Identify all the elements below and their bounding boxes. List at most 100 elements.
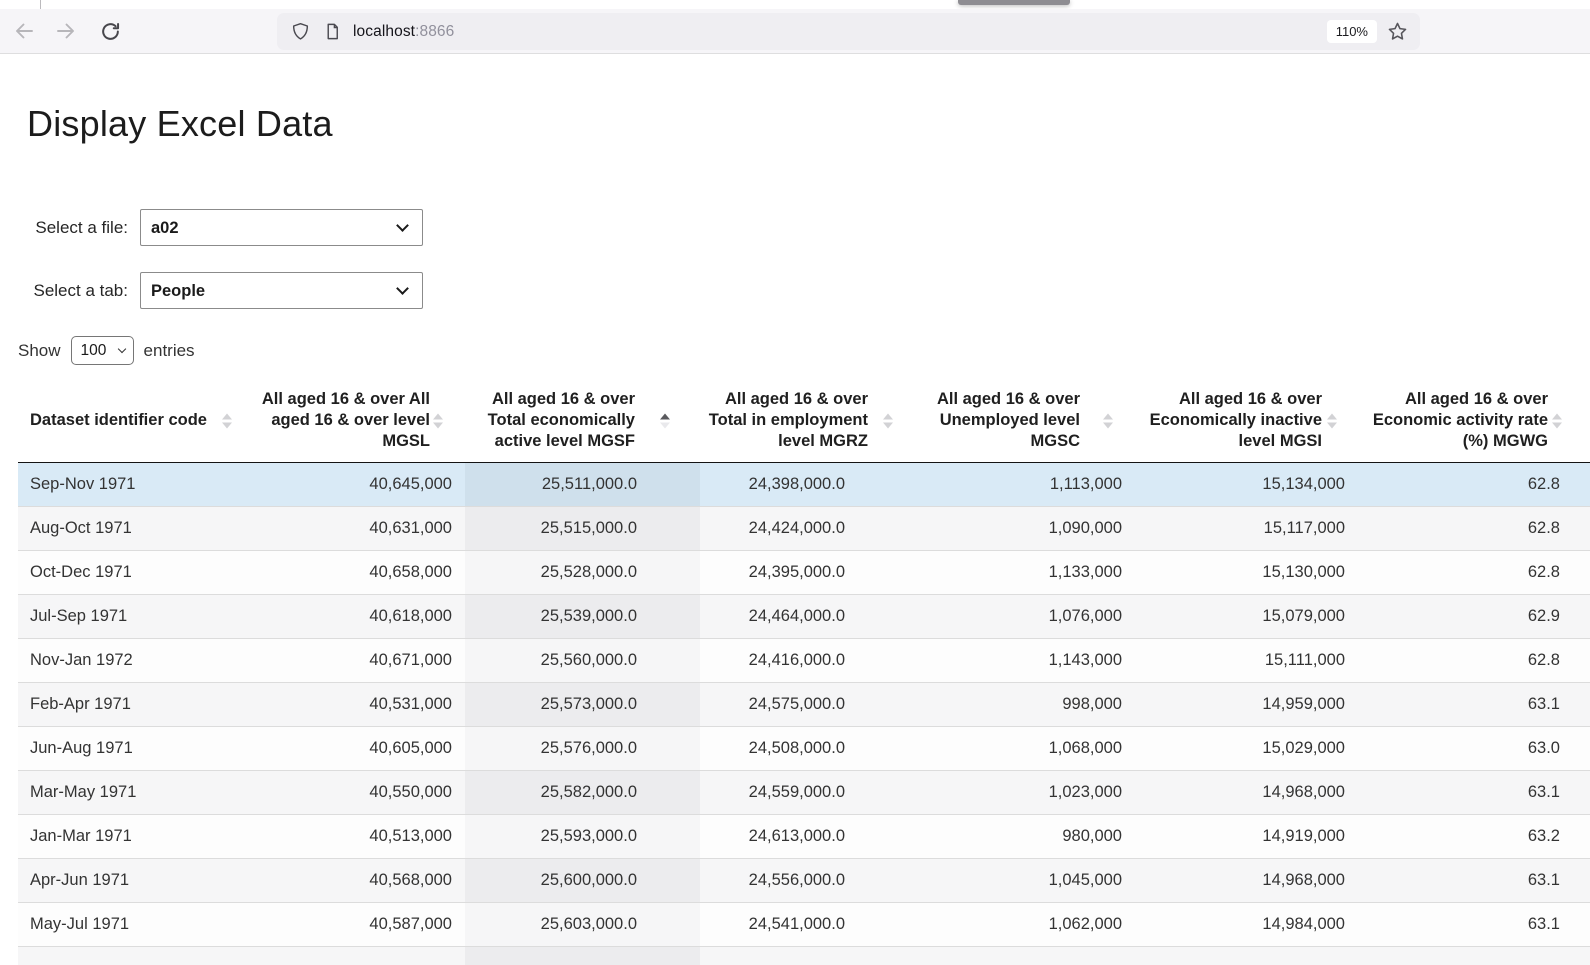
- table-row-partial[interactable]: [18, 946, 1590, 965]
- row-label-cell[interactable]: Oct-Dec 1971: [18, 550, 245, 594]
- row-label-cell[interactable]: Mar-May 1971: [18, 770, 245, 814]
- data-cell[interactable]: 1,133,000: [915, 550, 1135, 594]
- bookmark-star-button[interactable]: [1387, 21, 1408, 42]
- data-cell[interactable]: [1135, 946, 1359, 965]
- row-label-cell[interactable]: Feb-Apr 1971: [18, 682, 245, 726]
- row-label-cell[interactable]: Jan-Mar 1971: [18, 814, 245, 858]
- page-info-icon[interactable]: [323, 22, 342, 41]
- data-cell[interactable]: 40,645,000: [245, 462, 465, 506]
- data-cell[interactable]: 40,618,000: [245, 594, 465, 638]
- row-label-cell[interactable]: Apr-Jun 1971: [18, 858, 245, 902]
- data-cell[interactable]: 62.8: [1359, 506, 1590, 550]
- file-select[interactable]: a02: [140, 209, 423, 246]
- data-cell[interactable]: 1,143,000: [915, 638, 1135, 682]
- data-cell[interactable]: 62.8: [1359, 462, 1590, 506]
- data-cell[interactable]: 63.1: [1359, 858, 1590, 902]
- data-cell[interactable]: 63.0: [1359, 726, 1590, 770]
- column-header[interactable]: All aged 16 & overTotal in employmentlev…: [700, 380, 915, 462]
- data-cell[interactable]: 1,090,000: [915, 506, 1135, 550]
- data-cell[interactable]: 24,541,000.0: [700, 902, 915, 946]
- data-cell[interactable]: 24,613,000.0: [700, 814, 915, 858]
- data-cell[interactable]: 24,556,000.0: [700, 858, 915, 902]
- data-cell[interactable]: 1,113,000: [915, 462, 1135, 506]
- data-cell[interactable]: 25,511,000.0: [465, 462, 700, 506]
- data-cell[interactable]: 63.1: [1359, 770, 1590, 814]
- shield-icon[interactable]: [291, 22, 310, 41]
- tab-select[interactable]: People: [140, 272, 423, 309]
- data-cell[interactable]: 25,603,000.0: [465, 902, 700, 946]
- data-cell[interactable]: 1,068,000: [915, 726, 1135, 770]
- data-cell[interactable]: 24,416,000.0: [700, 638, 915, 682]
- data-cell[interactable]: 980,000: [915, 814, 1135, 858]
- data-cell[interactable]: 24,508,000.0: [700, 726, 915, 770]
- data-cell[interactable]: 40,605,000: [245, 726, 465, 770]
- column-header[interactable]: All aged 16 & overEconomically inactivel…: [1135, 380, 1359, 462]
- data-cell[interactable]: 25,515,000.0: [465, 506, 700, 550]
- data-cell[interactable]: 15,134,000: [1135, 462, 1359, 506]
- data-cell[interactable]: 40,513,000: [245, 814, 465, 858]
- data-cell[interactable]: 25,593,000.0: [465, 814, 700, 858]
- row-label-cell[interactable]: May-Jul 1971: [18, 902, 245, 946]
- data-cell[interactable]: 14,919,000: [1135, 814, 1359, 858]
- data-cell[interactable]: 24,398,000.0: [700, 462, 915, 506]
- table-row[interactable]: Aug-Oct 197140,631,00025,515,000.024,424…: [18, 506, 1590, 550]
- data-cell[interactable]: 40,671,000: [245, 638, 465, 682]
- data-cell[interactable]: 24,424,000.0: [700, 506, 915, 550]
- table-row[interactable]: May-Jul 197140,587,00025,603,000.024,541…: [18, 902, 1590, 946]
- data-cell[interactable]: 998,000: [915, 682, 1135, 726]
- table-row[interactable]: Mar-May 197140,550,00025,582,000.024,559…: [18, 770, 1590, 814]
- table-row[interactable]: Jun-Aug 197140,605,00025,576,000.024,508…: [18, 726, 1590, 770]
- table-row[interactable]: Sep-Nov 197140,645,00025,511,000.024,398…: [18, 462, 1590, 506]
- data-cell[interactable]: 62.9: [1359, 594, 1590, 638]
- row-label-cell[interactable]: Jul-Sep 1971: [18, 594, 245, 638]
- row-label-cell[interactable]: Nov-Jan 1972: [18, 638, 245, 682]
- data-cell[interactable]: 25,600,000.0: [465, 858, 700, 902]
- data-cell[interactable]: 15,079,000: [1135, 594, 1359, 638]
- column-header[interactable]: All aged 16 & overTotal economicallyacti…: [465, 380, 700, 462]
- url-bar[interactable]: localhost:8866 110%: [277, 13, 1420, 50]
- data-cell[interactable]: 1,062,000: [915, 902, 1135, 946]
- data-cell[interactable]: 15,117,000: [1135, 506, 1359, 550]
- data-cell[interactable]: 15,029,000: [1135, 726, 1359, 770]
- data-cell[interactable]: 24,575,000.0: [700, 682, 915, 726]
- data-cell[interactable]: 14,984,000: [1135, 902, 1359, 946]
- data-cell[interactable]: [915, 946, 1135, 965]
- row-label-cell[interactable]: [18, 946, 245, 965]
- entries-select[interactable]: 100: [71, 336, 134, 365]
- data-cell[interactable]: [465, 946, 700, 965]
- data-cell[interactable]: 25,582,000.0: [465, 770, 700, 814]
- data-cell[interactable]: 25,539,000.0: [465, 594, 700, 638]
- column-header[interactable]: All aged 16 & over Allaged 16 & over lev…: [245, 380, 465, 462]
- column-header[interactable]: All aged 16 & overEconomic activity rate…: [1359, 380, 1590, 462]
- data-cell[interactable]: 40,587,000: [245, 902, 465, 946]
- data-cell[interactable]: 24,559,000.0: [700, 770, 915, 814]
- reload-button[interactable]: [94, 15, 126, 47]
- data-cell[interactable]: [700, 946, 915, 965]
- data-cell[interactable]: 40,631,000: [245, 506, 465, 550]
- data-cell[interactable]: 14,968,000: [1135, 858, 1359, 902]
- data-cell[interactable]: 1,023,000: [915, 770, 1135, 814]
- data-cell[interactable]: 63.1: [1359, 682, 1590, 726]
- data-cell[interactable]: [1359, 946, 1590, 965]
- table-row[interactable]: Jan-Mar 197140,513,00025,593,000.024,613…: [18, 814, 1590, 858]
- data-cell[interactable]: 25,560,000.0: [465, 638, 700, 682]
- table-row[interactable]: Nov-Jan 197240,671,00025,560,000.024,416…: [18, 638, 1590, 682]
- table-row[interactable]: Oct-Dec 197140,658,00025,528,000.024,395…: [18, 550, 1590, 594]
- data-cell[interactable]: 25,576,000.0: [465, 726, 700, 770]
- data-cell[interactable]: [245, 946, 465, 965]
- data-cell[interactable]: 25,573,000.0: [465, 682, 700, 726]
- data-cell[interactable]: 62.8: [1359, 638, 1590, 682]
- data-cell[interactable]: 15,111,000: [1135, 638, 1359, 682]
- data-cell[interactable]: 14,959,000: [1135, 682, 1359, 726]
- data-cell[interactable]: 40,531,000: [245, 682, 465, 726]
- column-header[interactable]: Dataset identifier code: [18, 380, 245, 462]
- data-cell[interactable]: 62.8: [1359, 550, 1590, 594]
- data-cell[interactable]: 63.2: [1359, 814, 1590, 858]
- data-cell[interactable]: 40,550,000: [245, 770, 465, 814]
- browser-tab-remnant[interactable]: [958, 0, 1070, 5]
- table-row[interactable]: Jul-Sep 197140,618,00025,539,000.024,464…: [18, 594, 1590, 638]
- data-cell[interactable]: 14,968,000: [1135, 770, 1359, 814]
- back-button[interactable]: [8, 15, 40, 47]
- row-label-cell[interactable]: Jun-Aug 1971: [18, 726, 245, 770]
- data-cell[interactable]: 63.1: [1359, 902, 1590, 946]
